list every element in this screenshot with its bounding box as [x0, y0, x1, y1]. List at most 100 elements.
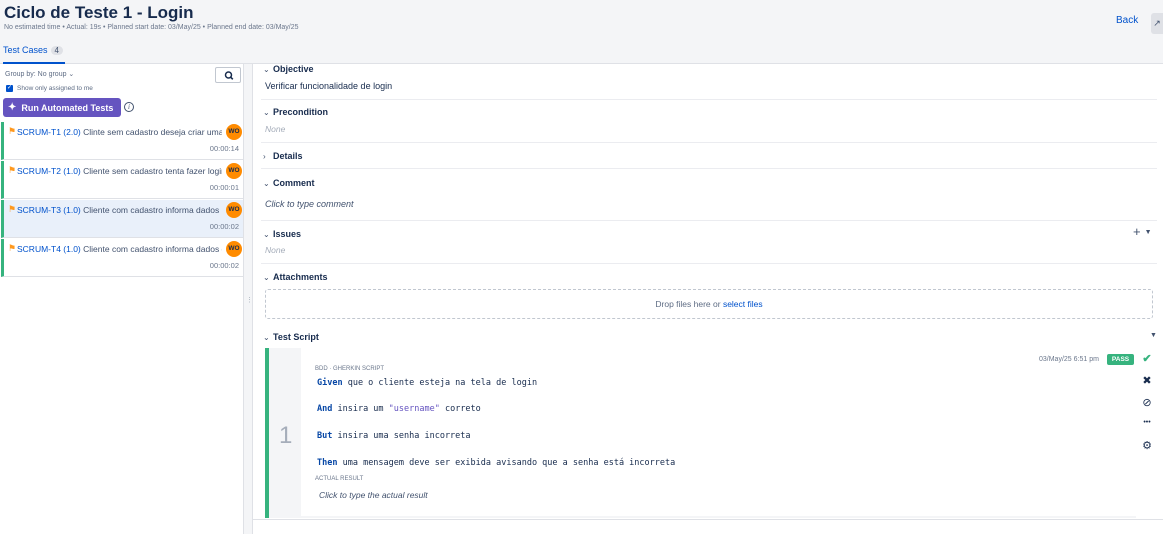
gherkin-text: insira uma senha incorreta	[332, 431, 471, 441]
chevron-down-icon: ⌄	[263, 229, 270, 239]
test-case-time: 00:00:02	[209, 261, 239, 270]
gherkin-line: Then uma mensagem deve ser exibida avisa…	[317, 458, 675, 468]
section-precondition-title: Precondition	[273, 107, 329, 117]
test-case-time: 00:00:01	[209, 183, 239, 192]
test-case-item-selected[interactable]: ⚑ SCRUM-T3 (1.0) Cliente com cadastro in…	[1, 200, 243, 238]
precondition-value[interactable]: None	[265, 124, 285, 134]
tab-test-cases-label: Test Cases	[3, 45, 48, 55]
show-only-assigned-label: Show only assigned to me	[17, 85, 93, 92]
chevron-down-icon: ⌄	[263, 107, 270, 117]
gherkin-text-tail: correto	[439, 404, 481, 414]
issues-value: None	[265, 245, 286, 255]
avatar: WO	[226, 241, 242, 257]
attachment-dropzone[interactable]: Drop files here or select files	[265, 289, 1153, 319]
search-button[interactable]	[215, 67, 241, 83]
drop-text: Drop files here or	[655, 299, 723, 309]
section-test-script-title: Test Script	[273, 332, 319, 342]
divider	[261, 220, 1157, 221]
section-issues-title: Issues	[273, 229, 302, 239]
avatar: WO	[226, 163, 242, 179]
comment-input[interactable]: Click to type comment	[265, 199, 354, 209]
flag-icon: ⚑	[8, 243, 17, 253]
test-case-detail-panel: ⌄ Objective Verificar funcionalidade de l…	[252, 64, 1163, 534]
divider	[261, 263, 1157, 264]
section-precondition-toggle[interactable]: ⌄ Precondition	[263, 107, 328, 117]
issues-actions: + ▼	[1133, 224, 1152, 239]
divider	[261, 142, 1157, 143]
group-by-select[interactable]: Group by: No group ⌄	[5, 70, 74, 78]
gherkin-line: But insira uma senha incorreta	[317, 431, 471, 441]
test-case-summary: Clinte sem cadastro deseja criar uma con…	[83, 127, 222, 137]
search-icon	[224, 71, 234, 80]
tab-test-cases[interactable]: Test Cases 4	[3, 45, 65, 64]
flag-icon: ⚑	[8, 126, 17, 136]
caret-down-icon[interactable]: ▼	[1150, 332, 1157, 339]
settings-gear-icon[interactable]: ⚙	[1137, 439, 1157, 453]
expand-icon[interactable]: ↗	[1151, 13, 1163, 34]
section-comment-title: Comment	[273, 178, 315, 188]
run-automated-tests-label: Run Automated Tests	[21, 102, 114, 113]
test-case-label: SCRUM-T4 (1.0) Cliente com cadastro info…	[17, 244, 222, 254]
test-case-label: SCRUM-T3 (1.0) Cliente com cadastro info…	[17, 205, 222, 215]
step-timestamp: 03/May/25 6:51 pm	[1039, 356, 1099, 363]
section-attachments-title: Attachments	[273, 272, 328, 282]
divider	[253, 519, 1163, 520]
gherkin-keyword: Then	[317, 458, 338, 468]
section-attachments-toggle[interactable]: ⌄ Attachments	[263, 272, 328, 282]
avatar: WO	[226, 202, 242, 218]
flag-icon: ⚑	[8, 165, 17, 175]
chevron-right-icon: ›	[263, 151, 266, 161]
chevron-down-icon: ⌄	[263, 272, 270, 282]
section-objective-title: Objective	[273, 64, 314, 74]
test-case-label: SCRUM-T1 (2.0) Clinte sem cadastro desej…	[17, 127, 222, 137]
gherkin-text: insira um	[332, 404, 389, 414]
test-case-key: SCRUM-T4 (1.0)	[17, 244, 81, 254]
info-icon[interactable]: i	[124, 102, 134, 112]
section-test-script-toggle[interactable]: ⌄ Test Script	[263, 332, 319, 342]
pass-check-icon[interactable]: ✔	[1137, 352, 1157, 366]
section-details-title: Details	[273, 151, 303, 161]
test-case-summary: Cliente com cadastro informa dados corre…	[83, 244, 222, 254]
test-case-summary: Cliente sem cadastro tenta fazer login	[80, 166, 222, 176]
section-details-toggle[interactable]: › Details	[263, 151, 303, 161]
select-files-link[interactable]: select files	[723, 299, 763, 309]
test-case-item[interactable]: ⚑ SCRUM-T1 (2.0) Clinte sem cadastro des…	[1, 122, 243, 160]
flag-icon: ⚑	[8, 204, 17, 214]
divider	[261, 168, 1157, 169]
actual-result-input[interactable]: Click to type the actual result	[319, 490, 428, 500]
sparkle-icon: ✦	[8, 102, 17, 113]
avatar: WO	[226, 124, 242, 140]
back-button[interactable]: Back	[1116, 15, 1138, 26]
blocked-icon[interactable]: ⊘	[1137, 396, 1157, 410]
test-case-key: SCRUM-T3 (1.0)	[17, 205, 81, 215]
cycle-meta: No estimated time • Actual: 19s • Planne…	[4, 24, 299, 31]
fail-x-icon[interactable]: ✖	[1137, 374, 1157, 388]
test-case-key: SCRUM-T2 (1.0)	[17, 166, 81, 176]
status-badge: PASS	[1107, 354, 1134, 365]
test-case-list-panel: Group by: No group ⌄ ✓ Show only assigne…	[0, 64, 244, 534]
chevron-down-icon: ⌄	[263, 332, 270, 342]
run-automated-tests-button[interactable]: ✦ Run Automated Tests	[3, 98, 121, 117]
page-header: Ciclo de Teste 1 - Login No estimated ti…	[0, 0, 1163, 42]
tab-test-cases-count: 4	[50, 46, 63, 55]
test-case-time: 00:00:02	[209, 222, 239, 231]
more-options-icon[interactable]: •••	[1137, 416, 1157, 430]
chevron-down-icon: ⌄	[263, 178, 270, 188]
section-objective-toggle[interactable]: ⌄ Objective	[263, 64, 314, 74]
section-issues-toggle[interactable]: ⌄ Issues	[263, 229, 301, 239]
test-case-item[interactable]: ⚑ SCRUM-T4 (1.0) Cliente com cadastro in…	[1, 239, 243, 277]
step-number: 1	[279, 422, 293, 449]
show-only-assigned[interactable]: ✓ Show only assigned to me	[6, 85, 93, 92]
chevron-down-icon: ⌄	[263, 64, 270, 74]
gherkin-keyword: Given	[317, 378, 343, 388]
gherkin-keyword: But	[317, 431, 333, 441]
gherkin-line: Given que o cliente esteja na tela de lo…	[317, 378, 537, 388]
objective-value[interactable]: Verificar funcionalidade de login	[265, 81, 392, 91]
test-case-item[interactable]: ⚑ SCRUM-T2 (1.0) Cliente sem cadastro te…	[1, 161, 243, 199]
add-issue-icon[interactable]: +	[1133, 224, 1141, 239]
test-case-key: SCRUM-T1 (2.0)	[17, 127, 81, 137]
caret-down-icon[interactable]: ▼	[1145, 229, 1152, 236]
step-actions: ✔ ✖ ⊘ ••• ⚙	[1137, 348, 1157, 518]
checkbox-checked-icon[interactable]: ✓	[6, 85, 13, 92]
section-comment-toggle[interactable]: ⌄ Comment	[263, 178, 315, 188]
